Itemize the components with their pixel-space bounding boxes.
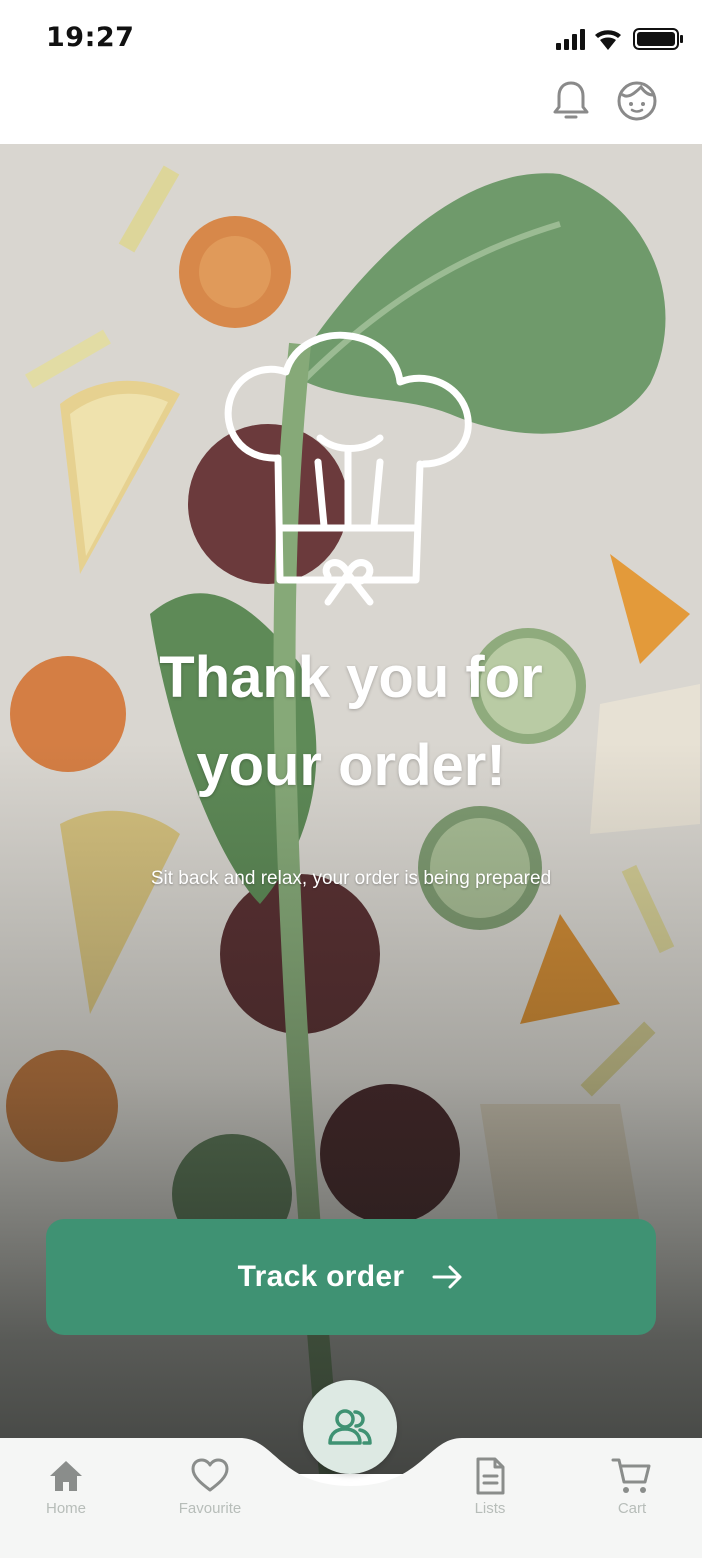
nav-cart[interactable]: Cart: [582, 1456, 682, 1546]
wifi-icon: [595, 30, 621, 50]
nav-lists-label: Lists: [474, 1500, 506, 1517]
document-list-icon: [476, 1457, 505, 1495]
nav-favourite-label: Favourite: [178, 1500, 242, 1517]
battery-icon: [633, 28, 683, 50]
heart-icon: [191, 1458, 229, 1492]
nav-home[interactable]: Home: [16, 1456, 116, 1546]
order-confirmation-hero: Thank you for your order! Sit back and r…: [0, 144, 702, 1474]
cart-icon: [611, 1458, 651, 1493]
order-status-message: Sit back and relax, your order is being …: [150, 868, 552, 889]
nav-cart-label: Cart: [617, 1500, 647, 1517]
nav-lists[interactable]: Lists: [440, 1456, 540, 1546]
notifications-button[interactable]: [546, 76, 596, 126]
title-line-2: your order!: [196, 733, 506, 798]
status-time: 19:27: [46, 22, 135, 53]
avatar-face-icon: [617, 81, 657, 121]
track-order-label: Track order: [237, 1260, 405, 1293]
status-icons: [556, 28, 683, 50]
track-order-button[interactable]: Track order: [46, 1219, 656, 1335]
nav-favourite[interactable]: Favourite: [160, 1456, 260, 1546]
status-bar: 19:27: [0, 0, 702, 70]
bell-icon: [553, 81, 589, 119]
cellular-signal-icon: [556, 29, 585, 50]
users-group-icon: [328, 1409, 372, 1445]
profile-button[interactable]: [612, 76, 662, 126]
arrow-right-icon: [432, 1265, 462, 1289]
center-action-button[interactable]: [303, 1380, 397, 1474]
home-icon: [50, 1461, 82, 1491]
thank-you-title: Thank you for your order!: [0, 634, 702, 810]
nav-home-label: Home: [45, 1500, 86, 1517]
chef-hat-gift-icon: [224, 331, 472, 606]
title-line-1: Thank you for: [159, 645, 543, 710]
top-header: [0, 70, 702, 144]
